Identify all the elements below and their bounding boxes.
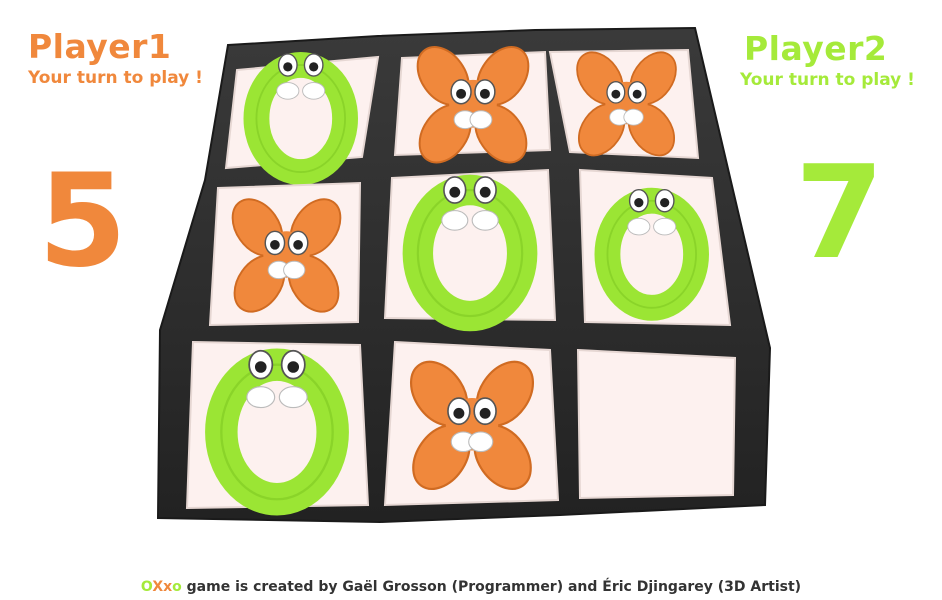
board-cell-8[interactable] (383, 340, 560, 507)
board-cell-1[interactable] (224, 52, 380, 186)
board-cell-6[interactable] (578, 168, 732, 327)
credits-text: OXxo game is created by Gaël Grosson (Pr… (0, 579, 942, 595)
board-cell-5[interactable] (383, 168, 557, 332)
credits-body: game is created by Gaël Grosson (Program… (181, 579, 802, 595)
board-cell-4[interactable] (208, 181, 362, 327)
board-cell-9[interactable] (576, 348, 737, 500)
oxxo-logo: OXxo (140, 579, 182, 595)
board-cell-3[interactable] (548, 44, 700, 164)
game-board (156, 26, 772, 524)
board-cell-7[interactable] (185, 340, 370, 516)
